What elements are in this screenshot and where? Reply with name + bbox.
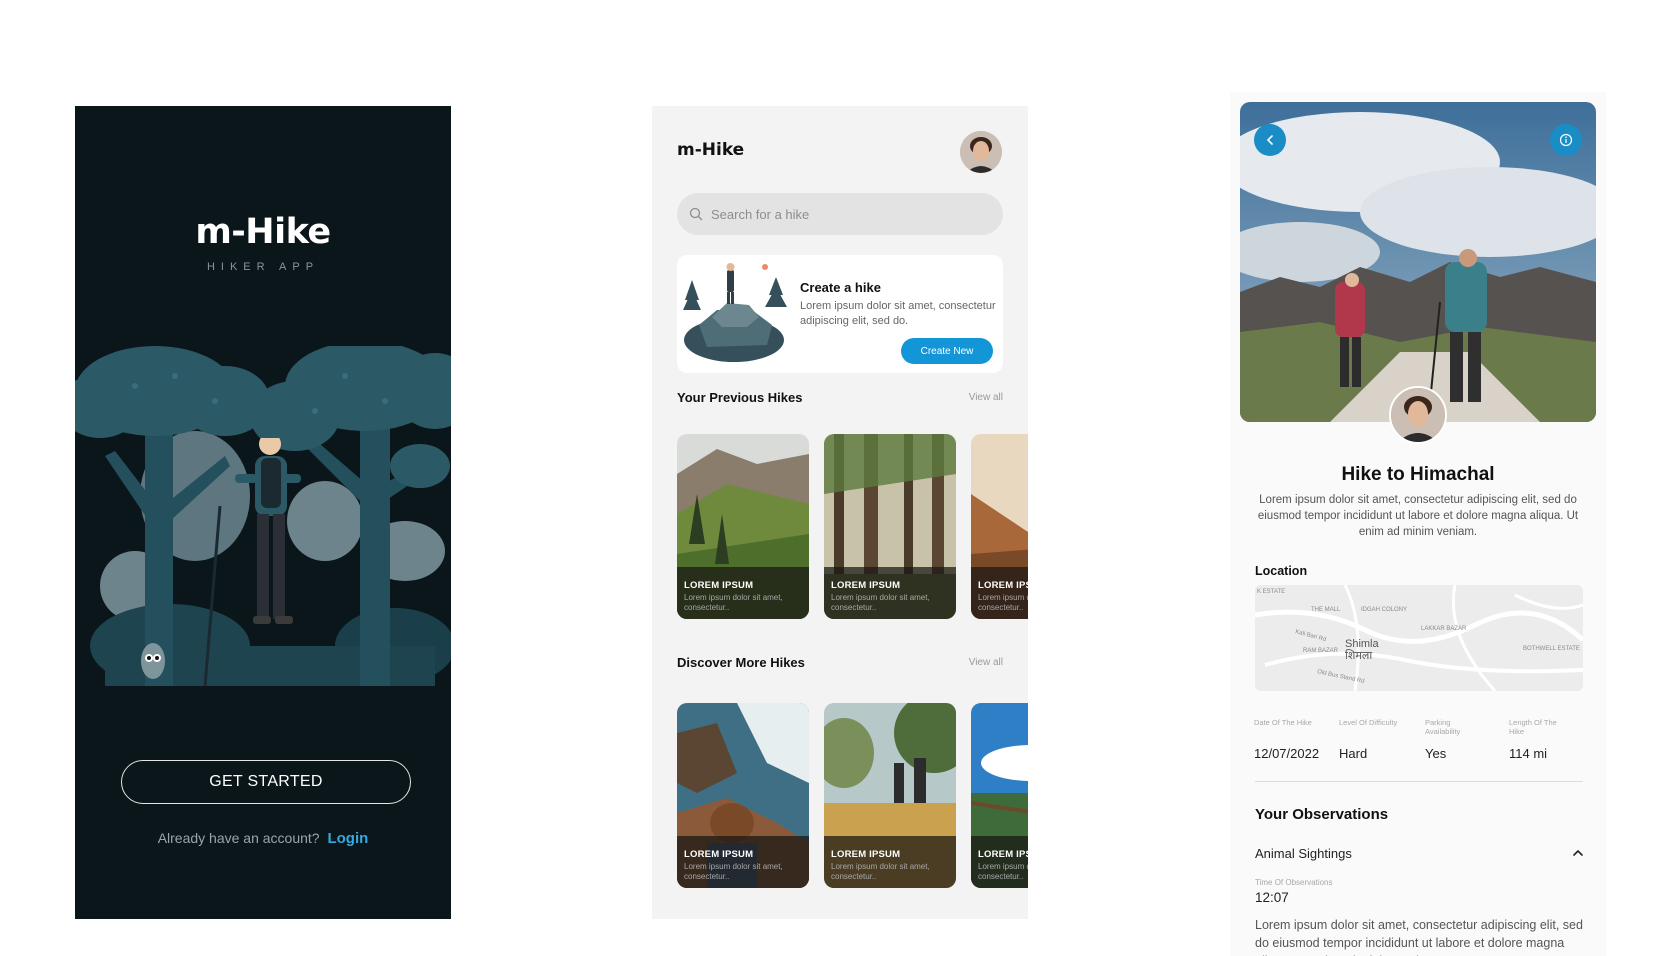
map-city-local: शिमला bbox=[1345, 649, 1372, 662]
observation-category: Animal Sightings bbox=[1255, 846, 1352, 861]
stat-value: Hard bbox=[1339, 746, 1368, 761]
map-label: K ESTATE bbox=[1257, 589, 1285, 595]
observation-time-label: Time Of Observations bbox=[1255, 878, 1333, 887]
card-title: LOREM IPSUM bbox=[831, 849, 901, 860]
discover-hikes-list: LOREM IPSUM Lorem ipsum dolor sit amet, … bbox=[677, 703, 1028, 889]
stat-label: Length Of The Hike bbox=[1509, 718, 1557, 736]
stat-label: Date Of The Hike bbox=[1254, 718, 1312, 727]
account-prompt-text: Already have an account? bbox=[157, 830, 320, 846]
create-new-button[interactable]: Create New bbox=[901, 338, 993, 364]
discover-hikes-view-all[interactable]: View all bbox=[942, 657, 1003, 668]
card-description: Lorem ipsum dolor sit amet, consectetur.… bbox=[831, 862, 930, 881]
stat-difficulty: Level Of Difficulty Hard bbox=[1339, 718, 1401, 761]
hike-card[interactable]: LOREM IPSUM Lorem ipsum dolor sit amet, … bbox=[824, 703, 956, 888]
stat-parking: Parking Availability Yes bbox=[1425, 718, 1473, 761]
app-logo: m-Hike bbox=[195, 212, 331, 252]
card-title: LOREM IPSUM bbox=[978, 849, 1028, 860]
stat-value: 114 mi bbox=[1509, 746, 1548, 761]
search-bar[interactable] bbox=[677, 193, 1003, 235]
hike-card[interactable]: LOREM IPSUM Lorem ipsum dolor sit amet, … bbox=[677, 434, 809, 619]
section-divider bbox=[1255, 781, 1583, 782]
previous-hikes-list: LOREM IPSUM Lorem ipsum dolor sit amet, … bbox=[677, 434, 1028, 620]
create-hike-card: Create a hike Lorem ipsum dolor sit amet… bbox=[677, 255, 1003, 373]
map-graphic: K ESTATE THE MALL IDGAH COLONY LAKKAR BA… bbox=[1255, 585, 1583, 691]
info-icon bbox=[1559, 133, 1573, 147]
card-description: Lorem ipsum dolor sit amet, consectetur.… bbox=[978, 862, 1028, 881]
hike-card[interactable]: LOREM IPSUM Lorem ipsum dolor sit amet, … bbox=[971, 434, 1028, 619]
get-started-button[interactable]: GET STARTED bbox=[121, 760, 411, 804]
splash-screen: m-Hike HIKER APP GET STARTED Already hav… bbox=[75, 106, 451, 919]
back-arrow-icon bbox=[1266, 135, 1273, 145]
home-title: m-Hike bbox=[677, 140, 745, 160]
back-button[interactable] bbox=[1254, 124, 1286, 156]
hiker-avatar bbox=[1389, 386, 1447, 444]
card-description: Lorem ipsum dolor sit amet, consectetur.… bbox=[684, 593, 783, 612]
hikers-photo bbox=[1240, 102, 1596, 422]
location-map[interactable]: K ESTATE THE MALL IDGAH COLONY LAKKAR BA… bbox=[1255, 585, 1583, 691]
card-title: LOREM IPSUM bbox=[684, 580, 754, 591]
stat-value: Yes bbox=[1425, 746, 1447, 761]
map-label: THE MALL bbox=[1311, 607, 1341, 613]
card-description: Lorem ipsum dolor sit amet, consectetur.… bbox=[831, 593, 930, 612]
search-icon bbox=[689, 207, 703, 221]
app-tagline: HIKER APP bbox=[206, 261, 320, 273]
info-button[interactable] bbox=[1550, 124, 1582, 156]
observation-time: 12:07 bbox=[1255, 890, 1289, 905]
map-label: IDGAH COLONY bbox=[1361, 607, 1407, 613]
card-title: LOREM IPSUM bbox=[684, 849, 754, 860]
create-hike-illustration bbox=[683, 263, 787, 362]
hike-title: Hike to Himachal bbox=[1341, 464, 1495, 485]
chevron-up-icon bbox=[1573, 849, 1583, 856]
avatar-portrait bbox=[1391, 388, 1445, 442]
home-screen: m-Hike Create a hi bbox=[652, 106, 1028, 919]
previous-hikes-title: Your Previous Hikes bbox=[677, 390, 803, 405]
map-label: BOTHWELL ESTATE bbox=[1523, 646, 1580, 652]
hike-card[interactable]: LOREM IPSUM Lorem ipsum dolor sit amet, … bbox=[971, 703, 1028, 888]
user-avatar[interactable] bbox=[960, 131, 1002, 173]
forest-hiker-illustration bbox=[75, 346, 451, 686]
stat-length: Length Of The Hike 114 mi bbox=[1509, 718, 1567, 761]
card-title: LOREM IPSUM bbox=[978, 580, 1028, 591]
observations-title: Your Observations bbox=[1255, 806, 1389, 823]
card-description: Lorem ipsum dolor sit amet, consectetur.… bbox=[978, 593, 1028, 612]
hike-card[interactable]: LOREM IPSUM Lorem ipsum dolor sit amet, … bbox=[677, 703, 809, 888]
card-description: Lorem ipsum dolor sit amet, consectetur.… bbox=[684, 862, 783, 881]
observation-accordion-header[interactable]: Animal Sightings bbox=[1255, 844, 1585, 868]
login-link[interactable]: Login bbox=[327, 830, 368, 847]
stat-date: Date Of The Hike 12/07/2022 bbox=[1254, 718, 1319, 761]
map-label: RAM BAZAR bbox=[1303, 648, 1339, 654]
hike-details-screen: Hike to Himachal Lorem ipsum dolor sit a… bbox=[1230, 92, 1606, 956]
create-hike-title: Create a hike bbox=[800, 280, 881, 295]
create-hike-description: Lorem ipsum dolor sit amet, consectetur … bbox=[800, 300, 996, 327]
stat-value: 12/07/2022 bbox=[1254, 746, 1320, 761]
hike-hero-image bbox=[1240, 102, 1596, 422]
map-label: LAKKAR BAZAR bbox=[1421, 626, 1467, 632]
stat-label: Level Of Difficulty bbox=[1339, 718, 1398, 727]
stat-label: Parking Availability bbox=[1425, 718, 1461, 736]
avatar-portrait bbox=[960, 131, 1002, 173]
observation-text: Lorem ipsum dolor sit amet, consectetur … bbox=[1255, 918, 1583, 956]
card-title: LOREM IPSUM bbox=[831, 580, 901, 591]
discover-hikes-title: Discover More Hikes bbox=[677, 655, 805, 670]
previous-hikes-view-all[interactable]: View all bbox=[942, 392, 1003, 403]
login-prompt: Already have an account? Login bbox=[75, 830, 451, 847]
search-input[interactable] bbox=[709, 205, 993, 223]
location-label: Location bbox=[1255, 564, 1308, 578]
hike-card[interactable]: LOREM IPSUM Lorem ipsum dolor sit amet, … bbox=[824, 434, 956, 619]
hike-description: Lorem ipsum dolor sit amet, consectetur … bbox=[1257, 494, 1579, 538]
